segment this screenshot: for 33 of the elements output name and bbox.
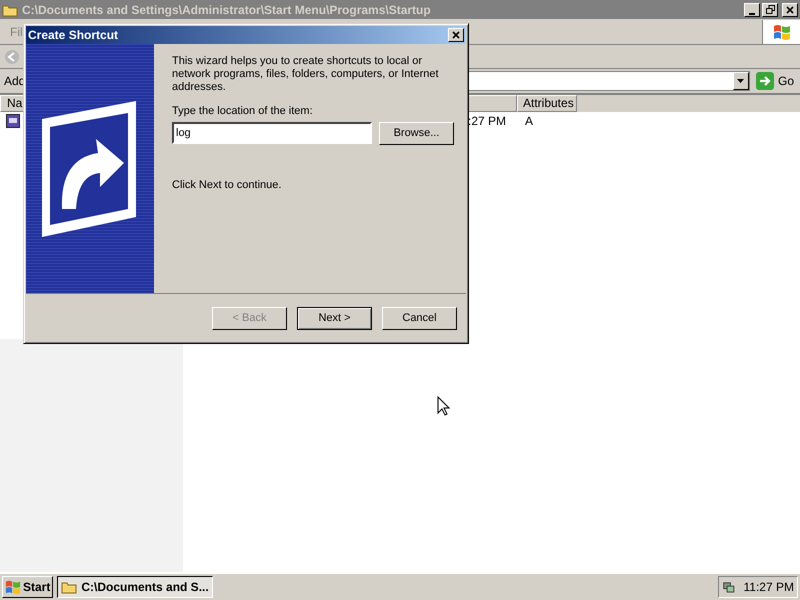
folder-icon	[61, 580, 78, 594]
dropdown-button[interactable]	[732, 72, 749, 90]
hint-text: Click Next to continue.	[172, 178, 282, 192]
restore-button[interactable]	[762, 2, 778, 16]
table-cell-text: :27 PM	[468, 112, 508, 130]
wizard-button[interactable]: Next >	[297, 307, 372, 330]
column-header[interactable]: Attributes	[517, 95, 577, 112]
clock: 11:27 PM	[744, 579, 794, 596]
location-input[interactable]: log	[172, 122, 372, 144]
location-label: Type the location of the item:	[172, 104, 314, 119]
start-button[interactable]: Start	[2, 576, 54, 598]
mouse-pointer-icon	[437, 396, 450, 416]
close-button[interactable]	[782, 2, 798, 16]
go-button[interactable]: Go	[754, 72, 796, 90]
flag-logo-icon	[5, 579, 21, 595]
caret-icon	[737, 79, 744, 83]
dialog-title: Create Shortcut	[28, 27, 118, 44]
flag-logo-icon	[772, 22, 790, 40]
intro-text: This wizard helps you to create shortcuts to local or network programs, files, folders, computers, or Internet addresses.	[172, 55, 440, 94]
close-button[interactable]	[448, 28, 464, 42]
table-cell-text: A	[525, 112, 534, 130]
arrow-right-icon	[756, 72, 774, 90]
file-icon	[6, 114, 20, 128]
minimize-button[interactable]	[744, 2, 760, 16]
minimize-icon	[748, 12, 756, 16]
restore-icon	[766, 5, 774, 14]
window-title: C:\Documents and Settings\Administrator\Start Menu\Programs\Startup	[22, 2, 431, 18]
browse-button[interactable]: Browse...	[379, 122, 454, 144]
wizard-button[interactable]: Cancel	[382, 307, 457, 330]
taskbar-button[interactable]: C:\Documents and S...	[57, 576, 214, 598]
folder-icon	[2, 2, 18, 16]
close-icon	[452, 31, 460, 39]
close-icon	[786, 6, 794, 14]
